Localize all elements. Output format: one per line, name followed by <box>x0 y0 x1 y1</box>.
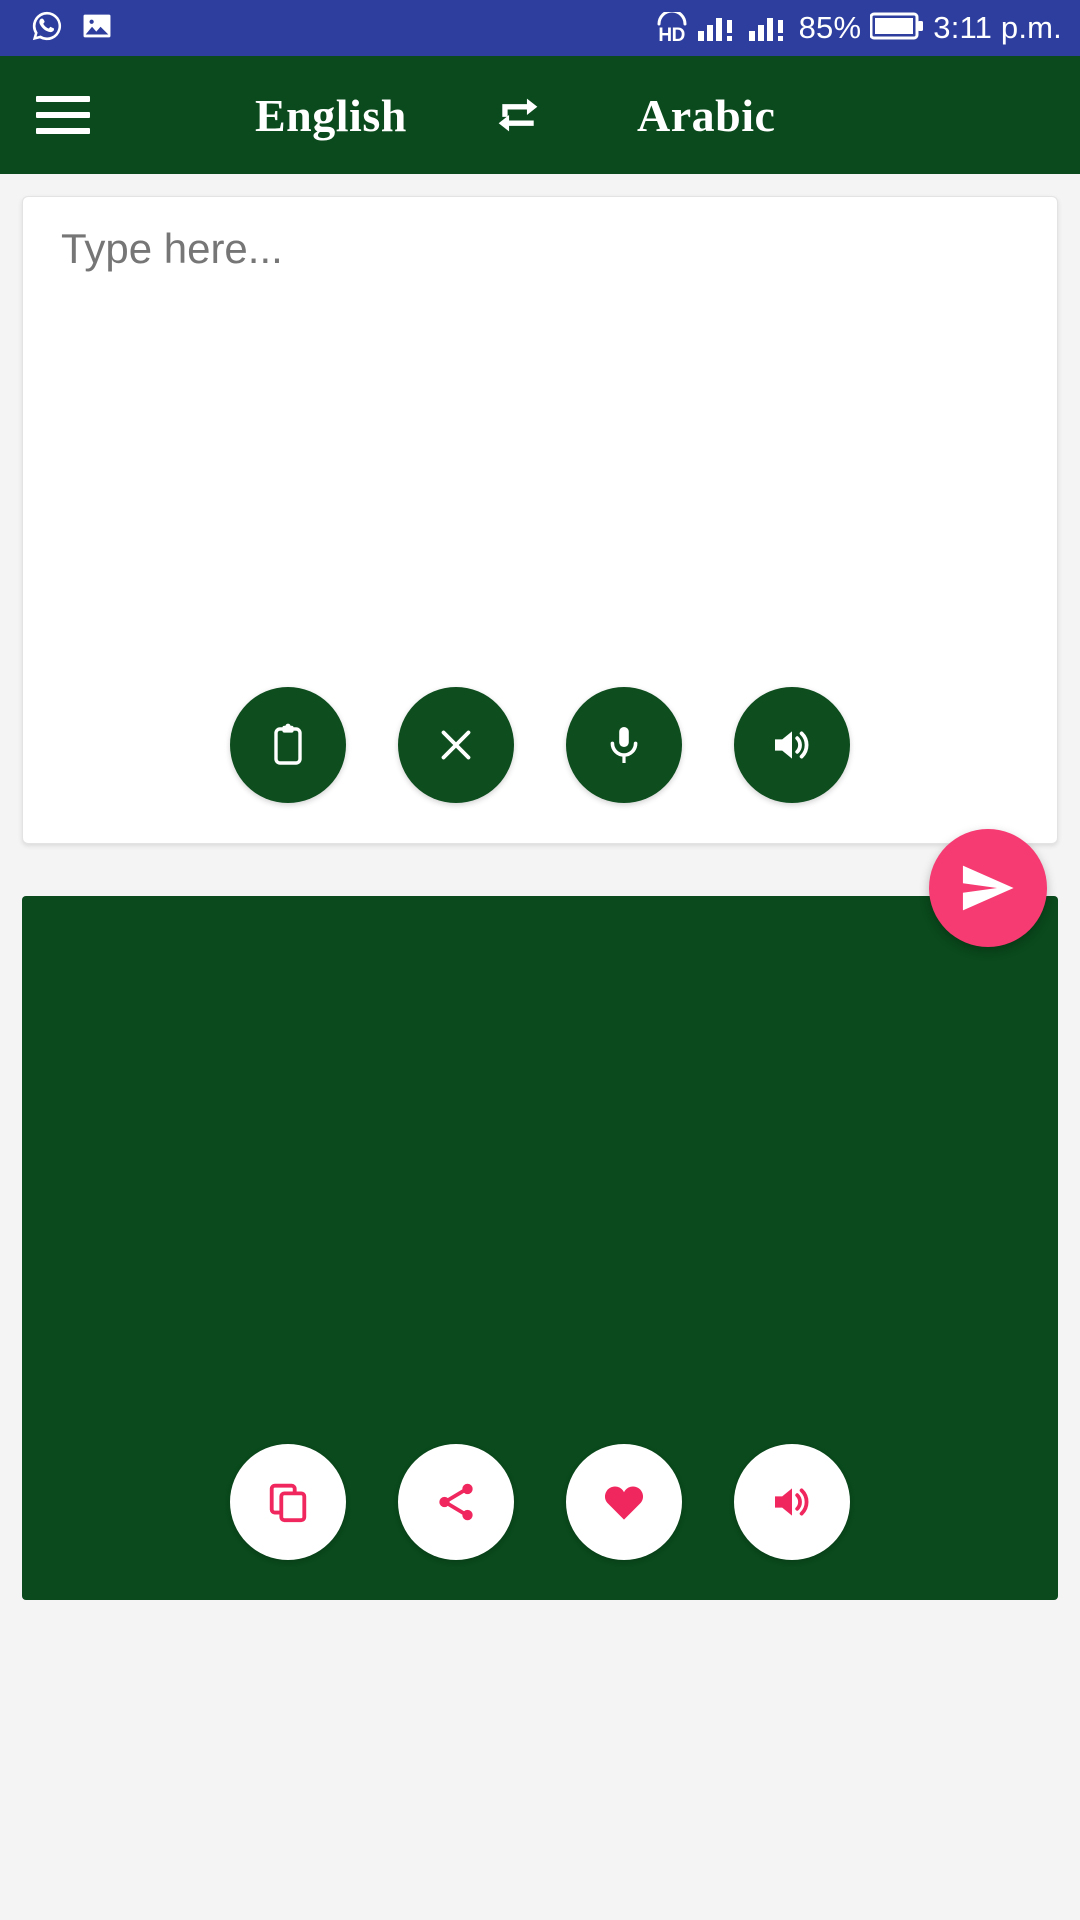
source-text-input[interactable]: Type here... <box>61 225 283 273</box>
target-language-selector[interactable]: Arabic <box>637 89 775 142</box>
source-language-selector[interactable]: English <box>255 89 407 142</box>
hamburger-line <box>36 128 90 134</box>
source-text-card: Type here... <box>22 196 1058 844</box>
hamburger-menu-icon[interactable] <box>36 96 90 134</box>
heart-icon <box>604 1486 644 1520</box>
speaker-icon <box>775 731 809 759</box>
hamburger-line <box>36 112 90 118</box>
speak-result-button[interactable] <box>734 1444 850 1560</box>
paste-button[interactable] <box>230 687 346 803</box>
send-icon <box>962 865 1014 911</box>
status-bar-indicators: HD 85% 3:11 p.m. <box>656 10 1062 47</box>
source-actions-row <box>23 687 1057 803</box>
status-bar-notifications <box>30 9 114 48</box>
signal-bars-1-icon <box>697 10 739 47</box>
favorite-button[interactable] <box>566 1444 682 1560</box>
battery-icon <box>869 11 924 46</box>
speak-source-button[interactable] <box>734 687 850 803</box>
status-bar: HD 85% 3:11 p.m. <box>0 0 1080 56</box>
app-screen: HD 85% 3:11 p.m. English Arabic Type her… <box>0 0 1080 1920</box>
speaker-icon <box>775 1488 809 1516</box>
hd-label: HD <box>658 24 685 46</box>
copy-icon <box>269 1483 307 1523</box>
result-actions-row <box>22 1444 1058 1560</box>
image-icon <box>80 9 114 48</box>
clipboard-icon <box>274 723 302 765</box>
close-icon <box>441 730 471 760</box>
share-icon <box>439 1483 473 1521</box>
share-button[interactable] <box>398 1444 514 1560</box>
copy-button[interactable] <box>230 1444 346 1560</box>
translator-body: Type here... <box>0 174 1080 1920</box>
translated-text-card <box>22 896 1058 1600</box>
hd-voice-icon: HD <box>656 11 688 46</box>
hamburger-line <box>36 96 90 102</box>
translate-send-button[interactable] <box>929 829 1047 947</box>
whatsapp-icon <box>30 9 64 48</box>
app-bar: English Arabic <box>0 56 1080 174</box>
swap-languages-icon[interactable] <box>487 84 549 146</box>
signal-bars-2-icon <box>748 10 790 47</box>
battery-percent-label: 85% <box>798 10 862 45</box>
clear-button[interactable] <box>398 687 514 803</box>
microphone-icon <box>610 727 638 763</box>
clock-label: 3:11 p.m. <box>933 10 1062 45</box>
voice-input-button[interactable] <box>566 687 682 803</box>
